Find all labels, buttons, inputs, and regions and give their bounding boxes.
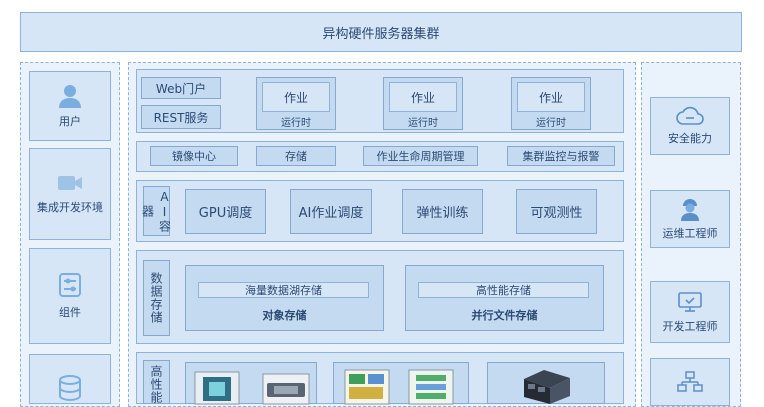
job-box-1: 作业 bbox=[262, 82, 330, 112]
service-label-1: 镜像中心 bbox=[172, 150, 216, 163]
user-icon bbox=[57, 83, 83, 109]
ai-item-observability: 可观测性 bbox=[516, 189, 597, 234]
service-label-3: 作业生命周期管理 bbox=[376, 150, 465, 163]
rest-service-box: REST服务 bbox=[141, 105, 221, 129]
job-label-3: 作业 bbox=[538, 90, 563, 105]
sidebar-card-security: 安全能力 bbox=[650, 97, 730, 155]
sidebar-label-dev: 开发工程师 bbox=[662, 319, 718, 333]
sidebar-card-database bbox=[29, 354, 111, 404]
job-box-2: 作业 bbox=[389, 82, 457, 112]
service-cluster-monitoring: 集群监控与报警 bbox=[507, 146, 615, 166]
parallel-storage-title: 并行文件存储 bbox=[471, 309, 538, 322]
sidebar-card-ops: 运维工程师 bbox=[650, 190, 730, 248]
runtime-label-2: 运行时 bbox=[408, 117, 438, 129]
object-storage-box: 海量数据湖存储 对象存储 bbox=[185, 265, 384, 331]
sidebar-label-security: 安全能力 bbox=[668, 132, 712, 145]
monitor-check-icon bbox=[677, 291, 703, 313]
video-camera-icon bbox=[57, 173, 83, 193]
sidebar-card-network bbox=[650, 358, 730, 406]
ai-item-label-2: AI作业调度 bbox=[298, 206, 364, 221]
sidebar-label-ops: 运维工程师 bbox=[662, 227, 718, 240]
ai-container-label: AI容器 bbox=[140, 189, 172, 233]
parallel-storage-inner-label: 高性能存储 bbox=[476, 284, 531, 297]
data-storage-label-box: 数据存储 bbox=[143, 260, 170, 336]
job-box-3: 作业 bbox=[517, 82, 585, 112]
ai-item-elastic-training: 弹性训练 bbox=[402, 189, 483, 234]
sidebar-card-component: 组件 bbox=[29, 248, 111, 344]
data-storage-label: 数据存储 bbox=[149, 272, 163, 324]
sidebar-card-ide: 集成开发环境 bbox=[29, 148, 111, 240]
hardware-group-1 bbox=[185, 362, 317, 405]
parallel-storage-box: 高性能存储 并行文件存储 bbox=[405, 265, 604, 331]
job-runtime-3: 作业 运行时 bbox=[511, 77, 591, 130]
sidebar-label-component: 组件 bbox=[59, 306, 81, 319]
job-runtime-2: 作业 运行时 bbox=[383, 77, 463, 130]
sidebar-card-user: 用户 bbox=[29, 71, 111, 141]
cloud-link-icon bbox=[676, 106, 704, 126]
hpc-label: 高性能 bbox=[149, 365, 163, 404]
hardware-group-3 bbox=[487, 362, 605, 404]
sidebar-label-user: 用户 bbox=[59, 115, 81, 128]
cluster-title: 异构硬件服务器集群 bbox=[322, 26, 440, 42]
network-icon bbox=[677, 371, 703, 393]
object-storage-inner-label: 海量数据湖存储 bbox=[245, 284, 322, 297]
web-portal-box: Web门户 bbox=[141, 77, 221, 99]
ai-item-label-3: 弹性训练 bbox=[416, 206, 469, 221]
database-icon bbox=[58, 375, 82, 401]
service-label-4: 集群监控与报警 bbox=[522, 150, 600, 163]
server-rack-icon bbox=[518, 367, 576, 405]
hardware-group-2 bbox=[333, 362, 469, 405]
sidebar-label-ide: 集成开发环境 bbox=[37, 201, 103, 214]
sidebar-card-dev: 开发工程师 bbox=[650, 281, 730, 343]
engineer-icon bbox=[678, 197, 702, 221]
object-storage-inner: 海量数据湖存储 bbox=[198, 282, 369, 298]
ai-item-job-scheduling: AI作业调度 bbox=[290, 189, 372, 234]
parallel-storage-inner: 高性能存储 bbox=[418, 282, 589, 298]
runtime-label-1: 运行时 bbox=[281, 117, 311, 129]
ai-item-label-4: 可观测性 bbox=[530, 206, 583, 221]
service-image-center: 镜像中心 bbox=[150, 146, 238, 166]
runtime-label-3: 运行时 bbox=[536, 117, 566, 129]
service-label-2: 存储 bbox=[285, 150, 307, 163]
job-label-2: 作业 bbox=[410, 90, 435, 105]
hpc-label-box: 高性能 bbox=[143, 360, 170, 404]
job-label-1: 作业 bbox=[283, 90, 308, 105]
sliders-icon bbox=[58, 272, 82, 298]
cluster-title-bar: 异构硬件服务器集群 bbox=[20, 12, 742, 52]
service-job-lifecycle: 作业生命周期管理 bbox=[363, 146, 478, 166]
web-portal-label: Web门户 bbox=[155, 81, 207, 96]
job-runtime-1: 作业 运行时 bbox=[256, 77, 336, 130]
object-storage-title: 对象存储 bbox=[262, 309, 307, 322]
service-storage: 存储 bbox=[256, 146, 336, 166]
ai-item-gpu-scheduling: GPU调度 bbox=[185, 189, 266, 234]
ai-container-label-box: AI容器 bbox=[141, 186, 172, 236]
rest-service-label: REST服务 bbox=[153, 110, 209, 125]
server-card-icon bbox=[262, 373, 310, 405]
ai-item-label-1: GPU调度 bbox=[198, 206, 253, 221]
